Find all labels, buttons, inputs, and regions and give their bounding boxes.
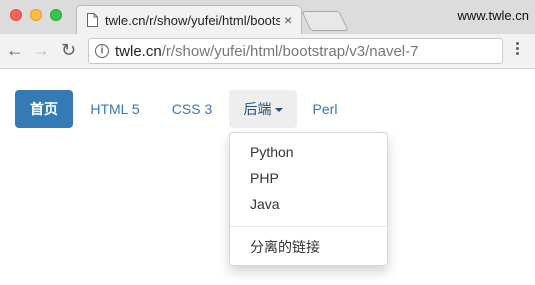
- back-icon[interactable]: ←: [6, 41, 24, 59]
- maximize-window-button[interactable]: [50, 9, 62, 21]
- backend-dropdown-menu: Python PHP Java 分离的链接: [229, 132, 388, 266]
- info-icon[interactable]: i: [95, 44, 109, 58]
- url-text[interactable]: twle.cn/r/show/yufei/html/bootstrap/v3/n…: [115, 43, 418, 60]
- dropdown-item-php[interactable]: PHP: [250, 168, 279, 188]
- url-host: twle.cn: [115, 43, 162, 60]
- close-tab-icon[interactable]: ×: [284, 11, 292, 29]
- browser-toolbar: ← → ↻ i twle.cn/r/show/yufei/html/bootst…: [0, 34, 535, 69]
- dropdown-item-python[interactable]: Python: [250, 142, 294, 162]
- caret-down-icon: [274, 108, 283, 113]
- close-window-button[interactable]: [10, 9, 22, 21]
- dropdown-divider: [230, 226, 387, 227]
- dropdown-item-java[interactable]: Java: [250, 194, 280, 214]
- nav-item-home[interactable]: 首页: [15, 90, 73, 128]
- browser-menu-icon[interactable]: [516, 42, 520, 57]
- nav-item-css3[interactable]: CSS 3: [160, 90, 224, 128]
- page-icon: [87, 13, 98, 27]
- nav-item-backend[interactable]: 后端: [229, 90, 297, 128]
- new-tab-button[interactable]: [301, 11, 349, 31]
- forward-icon[interactable]: →: [32, 41, 50, 59]
- minimize-window-button[interactable]: [30, 9, 42, 21]
- nav-item-html5[interactable]: HTML 5: [79, 90, 151, 128]
- browser-tab[interactable]: twle.cn/r/show/yufei/html/bootstrap/v3/n…: [76, 5, 302, 35]
- url-path: /r/show/yufei/html/bootstrap/v3/navel-7: [161, 43, 419, 60]
- backend-label: 后端: [243, 101, 272, 117]
- dropdown-item-separated-link[interactable]: 分离的链接: [250, 237, 320, 257]
- profile-label: www.twle.cn: [457, 8, 529, 23]
- reload-icon[interactable]: ↻: [61, 41, 76, 59]
- tab-title: twle.cn/r/show/yufei/html/bootstrap/v3/n…: [105, 13, 280, 28]
- address-bar[interactable]: i twle.cn/r/show/yufei/html/bootstrap/v3…: [88, 38, 503, 64]
- nav-item-perl[interactable]: Perl: [305, 90, 345, 128]
- browser-titlebar: twle.cn/r/show/yufei/html/bootstrap/v3/n…: [0, 0, 535, 35]
